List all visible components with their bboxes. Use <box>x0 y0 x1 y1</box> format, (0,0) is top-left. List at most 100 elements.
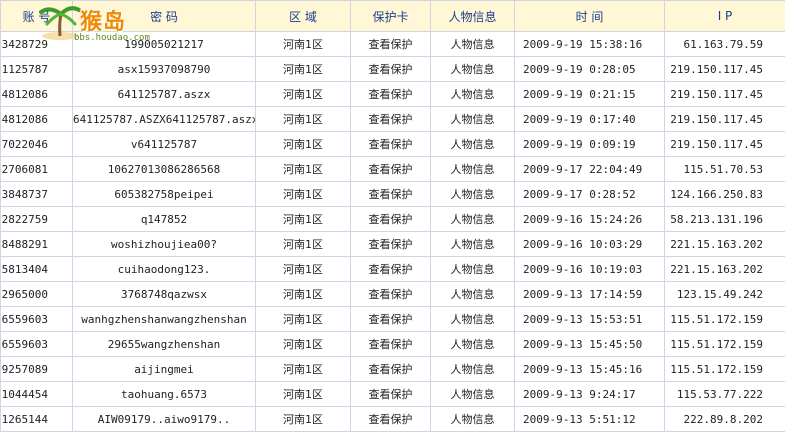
protection-card-link[interactable]: 查看保护 <box>351 307 431 332</box>
protection-card-link[interactable]: 查看保护 <box>351 332 431 357</box>
account-cell: 33848737 <box>1 182 73 207</box>
protection-card-link[interactable]: 查看保护 <box>351 107 431 132</box>
password-cell: 3768748qazwsx <box>73 282 256 307</box>
region-cell: 河南1区 <box>256 57 351 82</box>
time-cell: 2009-9-13 15:45:16 <box>515 357 665 382</box>
character-info-link[interactable]: 人物信息 <box>431 257 515 282</box>
table-row: 36559603wanhgzhenshanwangzhenshan河南1区查看保… <box>1 307 785 332</box>
password-cell: q147852 <box>73 207 256 232</box>
character-info-link[interactable]: 人物信息 <box>431 82 515 107</box>
table-row: 929650003768748qazwsx河南1区查看保护人物信息2009-9-… <box>1 282 785 307</box>
region-cell: 河南1区 <box>256 107 351 132</box>
region-cell: 河南1区 <box>256 157 351 182</box>
column-header-account: 账 号 <box>1 1 73 32</box>
time-cell: 2009-9-13 9:24:17 <box>515 382 665 407</box>
account-cell: 62706081 <box>1 157 73 182</box>
protection-card-link[interactable]: 查看保护 <box>351 82 431 107</box>
account-cell: 11044454 <box>1 382 73 407</box>
character-info-link[interactable]: 人物信息 <box>431 332 515 357</box>
table-row: 6270608110627013086286568河南1区查看保护人物信息200… <box>1 157 785 182</box>
account-cell: 91265144 <box>1 407 73 432</box>
ip-cell: 219.150.117.45 <box>665 132 785 157</box>
time-cell: 2009-9-17 22:04:49 <box>515 157 665 182</box>
region-cell: 河南1区 <box>256 232 351 257</box>
column-header-ip: I P <box>665 1 785 32</box>
ip-cell: 219.150.117.45 <box>665 57 785 82</box>
time-cell: 2009-9-19 0:21:15 <box>515 82 665 107</box>
character-info-link[interactable]: 人物信息 <box>431 357 515 382</box>
character-info-link[interactable]: 人物信息 <box>431 57 515 82</box>
protection-card-link[interactable]: 查看保护 <box>351 407 431 432</box>
table-row: 53428729199005021217河南1区查看保护人物信息2009-9-1… <box>1 32 785 57</box>
character-info-link[interactable]: 人物信息 <box>431 382 515 407</box>
password-cell: v641125787 <box>73 132 256 157</box>
protection-card-link[interactable]: 查看保护 <box>351 182 431 207</box>
protection-card-link[interactable]: 查看保护 <box>351 257 431 282</box>
region-cell: 河南1区 <box>256 332 351 357</box>
password-cell: 605382758peipei <box>73 182 256 207</box>
character-info-link[interactable]: 人物信息 <box>431 132 515 157</box>
ip-cell: 222.89.8.202 <box>665 407 785 432</box>
account-cell: 78488291 <box>1 232 73 257</box>
character-info-link[interactable]: 人物信息 <box>431 207 515 232</box>
protection-card-link[interactable]: 查看保护 <box>351 207 431 232</box>
table-row: 47022046v641125787河南1区查看保护人物信息2009-9-19 … <box>1 132 785 157</box>
time-cell: 2009-9-13 15:45:50 <box>515 332 665 357</box>
password-cell: 641125787.aszx <box>73 82 256 107</box>
time-cell: 2009-9-13 5:51:12 <box>515 407 665 432</box>
time-cell: 2009-9-19 0:28:05 <box>515 57 665 82</box>
password-cell: cuihaodong123. <box>73 257 256 282</box>
time-cell: 2009-9-19 15:38:16 <box>515 32 665 57</box>
character-info-link[interactable]: 人物信息 <box>431 107 515 132</box>
ip-cell: 123.15.49.242 <box>665 282 785 307</box>
character-info-link[interactable]: 人物信息 <box>431 232 515 257</box>
character-info-link[interactable]: 人物信息 <box>431 282 515 307</box>
ip-cell: 115.53.77.222 <box>665 382 785 407</box>
table-row: 09257089aijingmei河南1区查看保护人物信息2009-9-13 1… <box>1 357 785 382</box>
character-info-link[interactable]: 人物信息 <box>431 307 515 332</box>
protection-card-link[interactable]: 查看保护 <box>351 357 431 382</box>
character-info-link[interactable]: 人物信息 <box>431 157 515 182</box>
ip-cell: 219.150.117.45 <box>665 82 785 107</box>
password-cell: 641125787.ASZX641125787.aszx <box>73 107 256 132</box>
protection-card-link[interactable]: 查看保护 <box>351 232 431 257</box>
region-cell: 河南1区 <box>256 32 351 57</box>
account-cell: 47022046 <box>1 132 73 157</box>
protection-card-link[interactable]: 查看保护 <box>351 57 431 82</box>
region-cell: 河南1区 <box>256 257 351 282</box>
account-cell: 14812086 <box>1 107 73 132</box>
account-cell: 14812086 <box>1 82 73 107</box>
password-cell: aijingmei <box>73 357 256 382</box>
password-cell: woshizhoujiea00? <box>73 232 256 257</box>
character-info-link[interactable]: 人物信息 <box>431 32 515 57</box>
table-row: 14812086641125787.ASZX641125787.aszx河南1区… <box>1 107 785 132</box>
ip-cell: 115.51.172.159 <box>665 307 785 332</box>
region-cell: 河南1区 <box>256 182 351 207</box>
character-info-link[interactable]: 人物信息 <box>431 182 515 207</box>
protection-card-link[interactable]: 查看保护 <box>351 382 431 407</box>
time-cell: 2009-9-19 0:09:19 <box>515 132 665 157</box>
ip-cell: 115.51.172.159 <box>665 357 785 382</box>
ip-cell: 115.51.70.53 <box>665 157 785 182</box>
character-info-link[interactable]: 人物信息 <box>431 407 515 432</box>
time-cell: 2009-9-16 15:24:26 <box>515 207 665 232</box>
table-row: 14812086641125787.aszx河南1区查看保护人物信息2009-9… <box>1 82 785 107</box>
ip-cell: 124.166.250.83 <box>665 182 785 207</box>
region-cell: 河南1区 <box>256 407 351 432</box>
protection-card-link[interactable]: 查看保护 <box>351 132 431 157</box>
table-header-row: 账 号 密 码 区 域 保护卡 人物信息 时 间 I P <box>1 1 785 32</box>
protection-card-link[interactable]: 查看保护 <box>351 32 431 57</box>
password-cell: 10627013086286568 <box>73 157 256 182</box>
region-cell: 河南1区 <box>256 382 351 407</box>
ip-cell: 221.15.163.202 <box>665 232 785 257</box>
time-cell: 2009-9-16 10:19:03 <box>515 257 665 282</box>
time-cell: 2009-9-17 0:28:52 <box>515 182 665 207</box>
password-cell: asx15937098790 <box>73 57 256 82</box>
protection-card-link[interactable]: 查看保护 <box>351 157 431 182</box>
column-header-time: 时 间 <box>515 1 665 32</box>
ip-cell: 61.163.79.59 <box>665 32 785 57</box>
time-cell: 2009-9-13 15:53:51 <box>515 307 665 332</box>
protection-card-link[interactable]: 查看保护 <box>351 282 431 307</box>
account-table: 账 号 密 码 区 域 保护卡 人物信息 时 间 I P 53428729199… <box>0 0 785 432</box>
account-cell: 92965000 <box>1 282 73 307</box>
